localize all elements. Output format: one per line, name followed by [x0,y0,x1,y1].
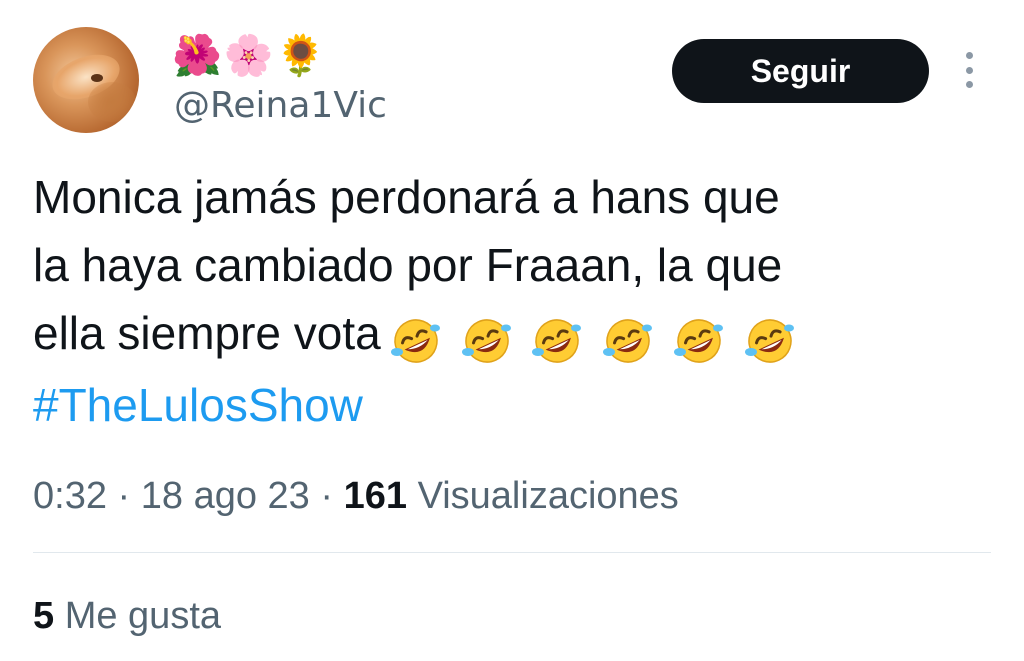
rolling-laughing-emoji-icon [744,318,794,363]
dot [965,81,973,88]
tweet-text-line: Monica jamás perdonará a hans que [33,171,780,223]
meta-separator: · [106,475,141,517]
divider [33,552,991,553]
more-vertical-icon[interactable] [958,48,980,92]
avatar[interactable] [33,27,139,133]
hashtag-link[interactable]: #TheLulosShow [33,371,973,439]
likes-label: Me gusta [64,595,222,637]
follow-button[interactable]: Seguir [672,39,929,103]
avatar-shadow [88,82,136,122]
rolling-laughing-emoji-icon [390,318,440,363]
rolling-laughing-emoji-icon [673,318,723,363]
display-name[interactable]: 🌺 🌸 🌻 [172,30,325,82]
tweet-time[interactable]: 0:32 [33,475,107,517]
tweet-text-line-with-emojis: ella siempre vota [33,299,973,371]
dot [965,66,973,74]
tweet-text-segment: ella siempre vota [33,307,381,359]
cherry-blossom-icon: 🌸 [223,33,274,79]
likes-count: 5 [33,595,55,637]
tweet-metadata: 0:32 · 18 ago 23 · 161 Visualizaciones [33,470,679,522]
tweet-text-line: la haya cambiado por Fraaan, la que [33,239,783,291]
meta-separator: · [309,475,344,517]
emoji-row [389,303,801,371]
rolling-laughing-emoji-icon [461,318,511,363]
hibiscus-icon: 🌺 [172,33,222,79]
rolling-laughing-emoji-icon [603,318,653,363]
avatar-detail [91,74,103,82]
dot [965,52,973,59]
likes-link[interactable]: 5 Me gusta [33,590,221,642]
tweet-text: Monica jamás perdonará a hans que la hay… [33,163,973,439]
views-label: Visualizaciones [417,475,679,517]
sunflower-icon: 🌻 [275,33,326,79]
rolling-laughing-emoji-icon [532,318,582,363]
tweet-card: 🌺 🌸 🌻 @Reina1Vic Seguir Monica jamás per… [0,0,1024,661]
user-handle[interactable]: @Reina1Vic [174,84,387,128]
tweet-date[interactable]: 18 ago 23 [141,475,310,517]
views-count: 161 [343,475,407,517]
